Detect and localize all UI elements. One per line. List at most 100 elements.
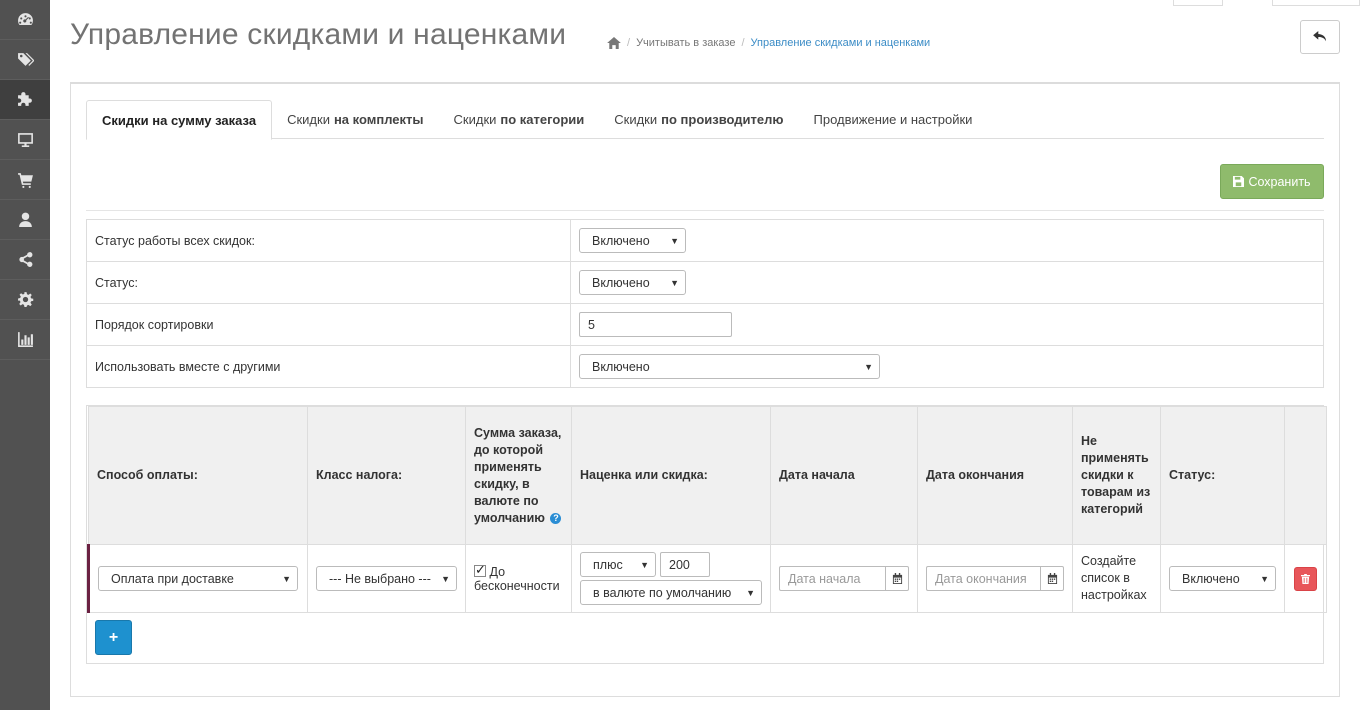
divider	[86, 210, 1324, 211]
page-title: Управление скидками и наценками	[70, 18, 567, 51]
end-date-picker-button[interactable]	[1040, 566, 1064, 591]
delete-row-button[interactable]	[1294, 566, 1317, 591]
tab-promotion-settings[interactable]: Продвижение и настройки	[799, 100, 988, 139]
home-icon[interactable]	[607, 37, 621, 49]
setting-row: Использовать вместе с другими Включено ▼	[86, 345, 1324, 388]
column-header	[1284, 406, 1327, 545]
sidebar-item-sales[interactable]	[0, 160, 50, 200]
sidebar-item-marketing[interactable]	[0, 240, 50, 280]
start-date-cell: Дата начала	[770, 544, 918, 613]
markup-cell: плюс ▼ 200 в валюте по умолчанию ▼	[571, 544, 771, 613]
breadcrumb-link[interactable]: Учитывать в заказе	[636, 37, 735, 49]
end-date-cell: Дата окончания	[917, 544, 1073, 613]
table-header-row: Способ оплаты: Класс налога: Сумма заказ…	[88, 406, 1327, 545]
tax-class-select[interactable]: --- Не выбрано --- ▼	[316, 566, 457, 591]
sidebar-item-system[interactable]	[0, 280, 50, 320]
calendar-icon	[1047, 573, 1057, 584]
currency-select[interactable]: в валюте по умолчанию ▼	[580, 580, 762, 605]
discounts-table-wrapper: Способ оплаты: Класс налога: Сумма заказ…	[86, 405, 1327, 664]
column-header: Класс налога:	[307, 406, 466, 545]
select-value: Включено	[592, 233, 650, 248]
dropdown-arrow-icon: ▼	[640, 559, 649, 570]
setting-label: Порядок сортировки	[86, 303, 571, 346]
select-value: Оплата при доставке	[111, 571, 234, 586]
setting-label: Использовать вместе с другими	[86, 345, 571, 388]
dropdown-arrow-icon: ▼	[670, 277, 679, 288]
start-date-input[interactable]: Дата начала	[779, 566, 885, 591]
setting-label: Статус работы всех скидок:	[86, 219, 571, 262]
monitor-icon	[17, 133, 33, 147]
tab-label: Скидки	[614, 112, 658, 127]
payment-method-select[interactable]: Оплата при доставке ▼	[98, 566, 298, 591]
tab-label-bold: по категории	[500, 112, 585, 127]
tab-manufacturer-discounts[interactable]: Скидки по производителю	[599, 100, 798, 139]
help-icon[interactable]: ?	[550, 512, 562, 524]
save-button[interactable]: Сохранить	[1220, 164, 1324, 199]
column-header: Наценка или скидка:	[571, 406, 771, 545]
tab-category-discounts[interactable]: Скидки по категории	[439, 100, 600, 139]
breadcrumb: / Учитывать в заказе / Управление скидка…	[607, 37, 930, 49]
back-button[interactable]	[1300, 20, 1340, 54]
share-icon	[18, 252, 32, 267]
setting-value: Включено ▼	[570, 219, 1324, 262]
dropdown-arrow-icon: ▼	[441, 573, 450, 584]
dashboard-icon	[17, 13, 33, 26]
all-discounts-status-select[interactable]: Включено ▼	[579, 228, 686, 253]
select-value: Включено	[592, 359, 650, 374]
gear-icon	[17, 292, 33, 307]
bar-chart-icon	[17, 332, 33, 347]
sidebar	[0, 0, 50, 710]
tab-label-bold: по производителю	[661, 112, 784, 127]
setting-value: 5	[570, 303, 1324, 346]
trash-icon	[1301, 573, 1310, 584]
settings-table: Статус работы всех скидок: Включено ▼ Ста…	[86, 219, 1324, 388]
setting-value: Включено ▼	[570, 345, 1324, 388]
column-header: Статус:	[1160, 406, 1285, 545]
unlimited-checkbox[interactable]	[474, 562, 486, 578]
setting-label: Статус:	[86, 261, 571, 304]
column-header: Не применять скидки к товарам из категор…	[1072, 406, 1161, 545]
column-header: Дата окончания	[917, 406, 1073, 545]
tab-order-total-discounts[interactable]: Скидки на сумму заказа	[86, 100, 273, 140]
discounts-table: Способ оплаты: Класс налога: Сумма заказ…	[87, 406, 1327, 613]
add-row-button[interactable]: +	[95, 620, 132, 655]
select-value: Включено	[1182, 571, 1240, 586]
combine-select[interactable]: Включено ▼	[579, 354, 880, 379]
dropdown-arrow-icon: ▼	[670, 235, 679, 246]
sidebar-item-customers[interactable]	[0, 200, 50, 240]
status-select[interactable]: Включено ▼	[579, 270, 686, 295]
tab-bundle-discounts[interactable]: Скидки на комплекты	[272, 100, 438, 139]
markup-value-input[interactable]: 200	[660, 552, 710, 577]
select-value: в валюте по умолчанию	[593, 585, 732, 600]
sort-order-input[interactable]: 5	[579, 312, 732, 337]
setting-row: Порядок сортировки 5	[86, 303, 1324, 346]
sidebar-item-extensions[interactable]	[0, 80, 50, 120]
sidebar-item-dashboard[interactable]	[0, 0, 50, 40]
top-bar-fragment	[1173, 0, 1223, 6]
dropdown-arrow-icon: ▼	[282, 573, 291, 584]
top-bar-fragment	[1272, 0, 1360, 6]
start-date-picker-button[interactable]	[885, 566, 909, 591]
tax-cell: --- Не выбрано --- ▼	[307, 544, 466, 613]
tab-label: Скидки	[453, 112, 497, 127]
dropdown-arrow-icon: ▼	[864, 361, 873, 372]
breadcrumb-separator: /	[741, 37, 745, 49]
breadcrumb-current[interactable]: Управление скидками и наценками	[751, 37, 931, 49]
end-date-input[interactable]: Дата окончания	[926, 566, 1040, 591]
column-header: Способ оплаты:	[88, 406, 308, 545]
actions-cell	[1284, 544, 1327, 613]
sidebar-item-catalog[interactable]	[0, 40, 50, 80]
sidebar-item-reports[interactable]	[0, 320, 50, 360]
puzzle-icon	[17, 92, 32, 106]
dropdown-arrow-icon: ▼	[746, 587, 755, 598]
cart-icon	[17, 173, 33, 188]
sidebar-item-design[interactable]	[0, 120, 50, 160]
row-status-select[interactable]: Включено ▼	[1169, 566, 1276, 591]
user-icon	[18, 212, 32, 227]
exclude-categories-cell: Создайте список в настройках	[1072, 544, 1161, 613]
select-value: Включено	[592, 275, 650, 290]
breadcrumb-separator: /	[627, 37, 631, 49]
setting-value: Включено ▼	[570, 261, 1324, 304]
sign-select[interactable]: плюс ▼	[580, 552, 656, 577]
amount-cell: До бесконечности	[465, 544, 572, 613]
